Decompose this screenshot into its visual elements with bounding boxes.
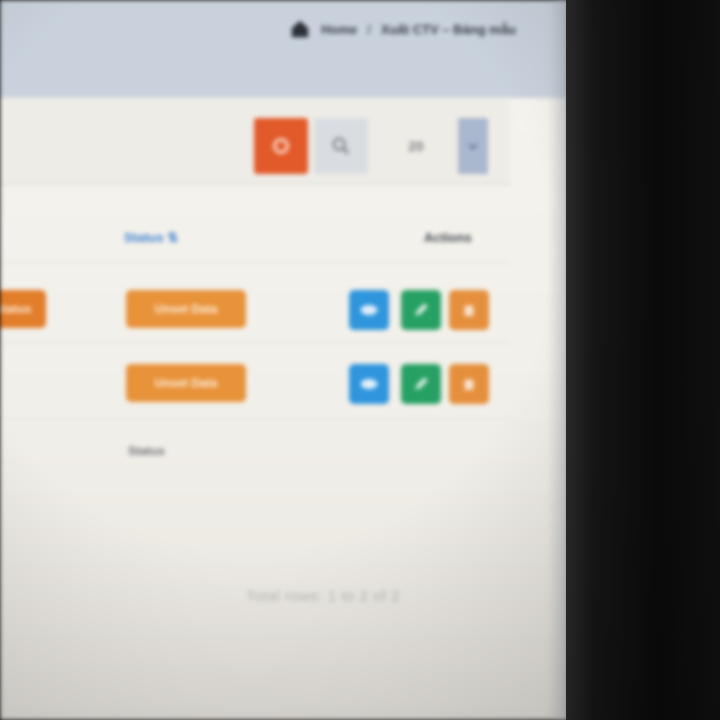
home-icon [291,20,309,38]
column-header-actions: Actions [424,230,472,245]
status-badge: Unset Data [126,364,246,402]
eye-icon [360,305,378,315]
edit-button[interactable] [401,364,441,404]
photo-frame: Home / Xuất CTV – Bảng mẫu 20 Status ⇅ A… [0,0,720,720]
pencil-icon [415,303,428,316]
breadcrumb-home[interactable]: Home [321,22,357,37]
reset-icon [273,138,289,154]
eye-icon [360,379,378,389]
pencil-icon [415,377,428,390]
reset-button[interactable] [254,118,308,174]
status-badge: Unset Data [126,290,246,328]
view-button[interactable] [349,364,389,404]
header-bar: Home / Xuất CTV – Bảng mẫu [0,0,568,98]
breadcrumb-separator: / [367,21,371,37]
delete-button[interactable] [449,364,489,404]
trash-icon [464,305,474,316]
monitor-bezel [566,0,720,720]
column-footer-status: Status [128,444,165,458]
delete-button[interactable] [449,290,489,330]
column-header-status[interactable]: Status ⇅ [124,230,178,246]
table-toolbar: 20 [0,100,510,185]
pagination-summary: Total rows: 1 to 2 of 2 [246,588,401,605]
view-button[interactable] [349,290,389,330]
breadcrumb-current: Xuất CTV – Bảng mẫu [380,21,516,37]
page-size-select[interactable]: 20 [384,118,448,174]
row-divider [0,418,510,419]
edit-button[interactable] [401,290,441,330]
page-size-dropdown[interactable] [458,118,488,174]
search-icon [332,137,350,155]
chevron-down-icon [468,143,478,150]
breadcrumb: Home / Xuất CTV – Bảng mẫu [289,18,516,40]
search-button[interactable] [314,118,368,174]
monitor-screen: Home / Xuất CTV – Bảng mẫu 20 Status ⇅ A… [0,0,568,720]
header-divider [0,262,510,263]
row-divider [0,342,510,343]
status-badge: Status [0,290,46,328]
trash-icon [464,379,474,390]
